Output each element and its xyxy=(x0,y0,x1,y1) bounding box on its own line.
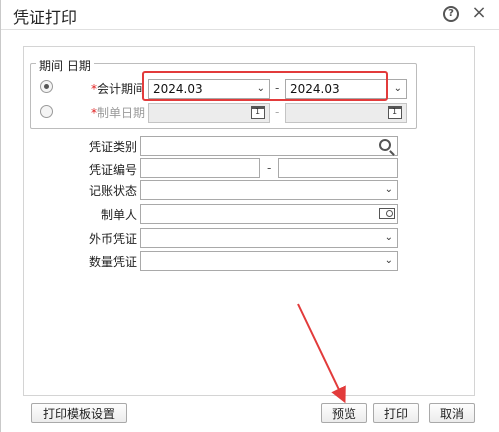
voucher-number-from-input[interactable] xyxy=(140,158,260,178)
voucher-type-label: 凭证类别 xyxy=(89,140,138,154)
voucher-date-radio[interactable] xyxy=(40,105,53,118)
voucher-number-to-input[interactable] xyxy=(278,158,398,178)
voucher-print-dialog: 凭证打印 ? × 期间 日期 *会计期间 2024.03 ⌄ - 2024.03… xyxy=(0,0,499,432)
foreign-currency-label: 外币凭证 xyxy=(89,232,138,246)
voucher-date-label: *制单日期 xyxy=(91,106,146,120)
search-icon[interactable] xyxy=(379,139,391,151)
help-icon[interactable]: ? xyxy=(443,6,459,22)
chevron-down-icon: ⌄ xyxy=(393,83,402,94)
voucher-number-label: 凭证编号 xyxy=(89,163,138,177)
calendar-icon[interactable] xyxy=(251,106,265,119)
print-template-settings-button[interactable]: 打印模板设置 xyxy=(31,403,127,423)
print-button[interactable]: 打印 xyxy=(373,403,419,423)
preview-button[interactable]: 预览 xyxy=(321,403,367,423)
title-bar: 凭证打印 ? × xyxy=(1,0,499,30)
calendar-icon[interactable] xyxy=(388,106,402,119)
posting-status-label: 记账状态 xyxy=(89,184,138,198)
browse-icon[interactable] xyxy=(379,208,395,219)
quantity-voucher-label: 数量凭证 xyxy=(89,255,138,269)
date-from-input[interactable] xyxy=(148,103,270,123)
date-dash: - xyxy=(275,105,280,119)
quantity-voucher-select[interactable]: ⌄ xyxy=(140,251,398,271)
close-icon[interactable]: × xyxy=(470,3,488,23)
accounting-period-radio[interactable] xyxy=(40,80,53,93)
foreign-currency-select[interactable]: ⌄ xyxy=(140,228,398,248)
posting-status-select[interactable]: ⌄ xyxy=(140,180,398,200)
chevron-down-icon: ⌄ xyxy=(384,255,393,266)
accounting-period-label: *会计期间 xyxy=(91,82,146,96)
preparer-label: 制单人 xyxy=(101,208,138,222)
chevron-down-icon: ⌄ xyxy=(384,232,393,243)
highlight-annotation-box xyxy=(142,71,388,101)
chevron-down-icon: ⌄ xyxy=(384,184,393,195)
group-legend: 期间 日期 xyxy=(36,57,94,74)
cancel-button[interactable]: 取消 xyxy=(429,403,475,423)
date-to-input[interactable] xyxy=(285,103,407,123)
voucher-type-input[interactable] xyxy=(140,136,398,156)
preparer-input[interactable] xyxy=(140,204,398,224)
dialog-title: 凭证打印 xyxy=(13,8,78,27)
voucher-number-dash: - xyxy=(267,161,272,175)
